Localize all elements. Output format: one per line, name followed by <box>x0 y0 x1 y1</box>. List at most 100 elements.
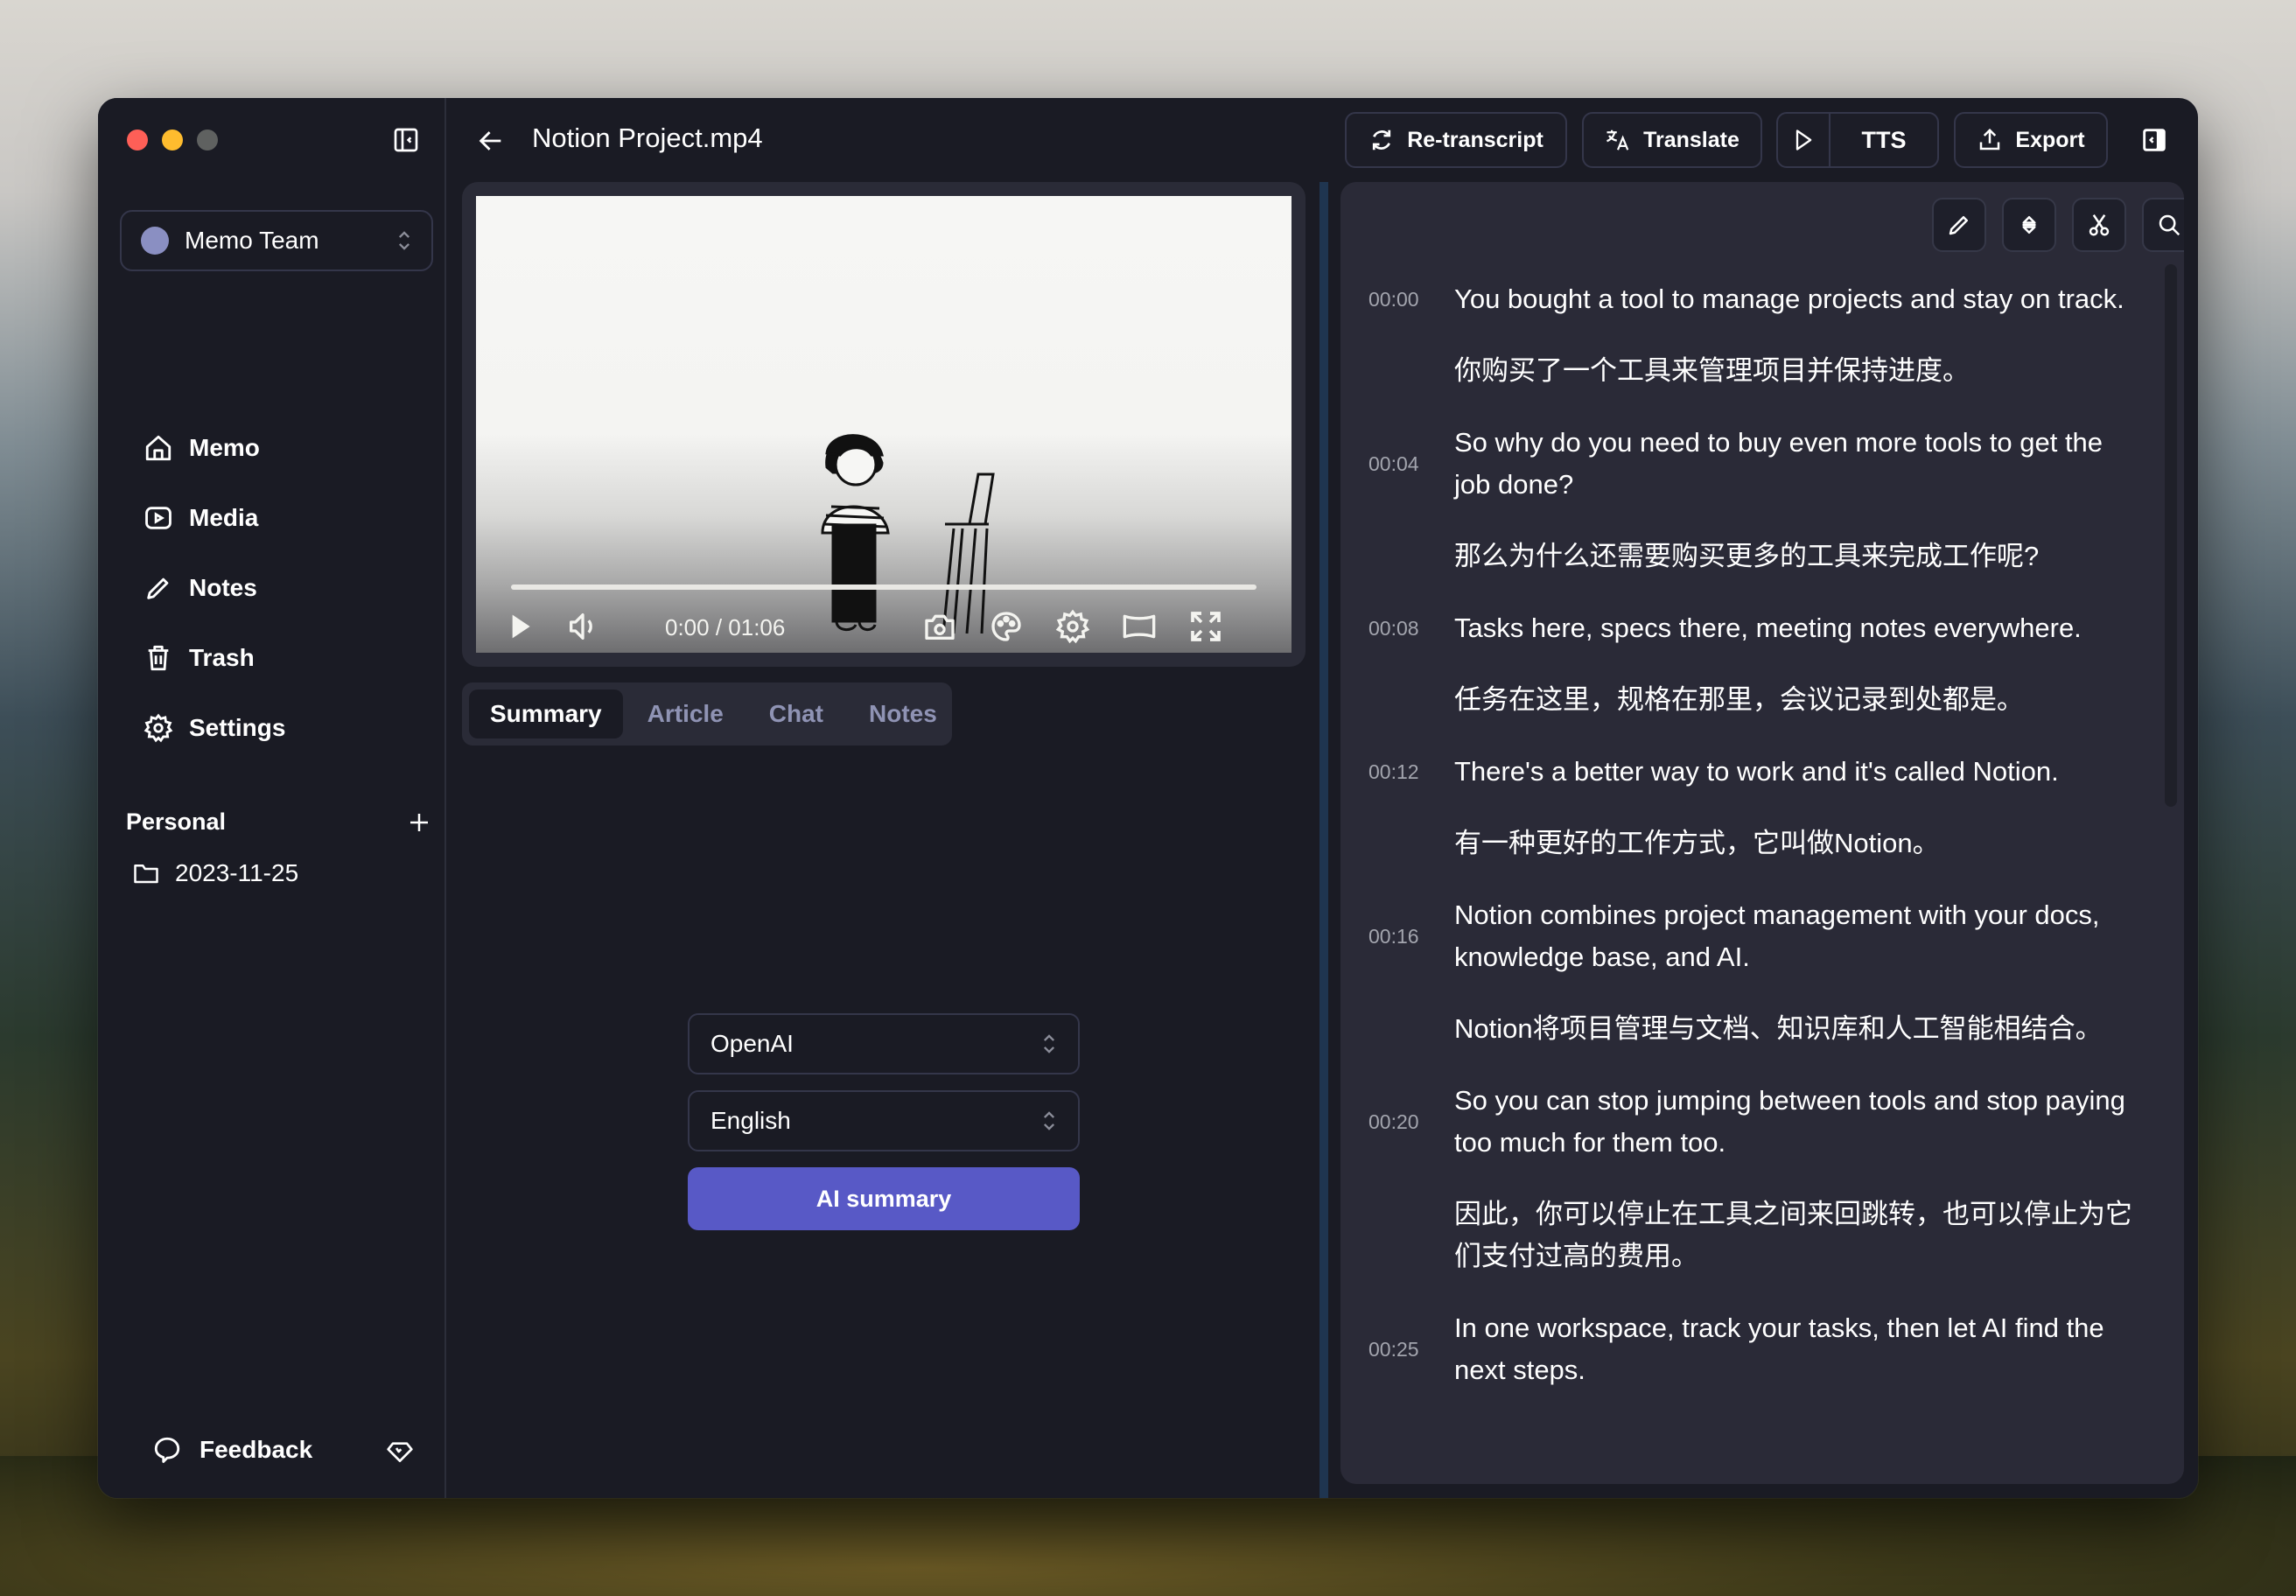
retranscript-button[interactable]: Re-transcript <box>1345 112 1567 168</box>
folder-item[interactable]: 2023-11-25 <box>133 859 298 887</box>
video-player-card: 0:00 / 01:06 <box>462 182 1306 667</box>
transcript-translation[interactable]: 有一种更好的工作方式，它叫做Notion。 <box>1340 805 2154 882</box>
transcript-text[interactable]: Tasks here, specs there, meeting notes e… <box>1454 607 2154 649</box>
tab-chat[interactable]: Chat <box>748 690 844 738</box>
sidebar-item-media[interactable]: Media <box>144 483 285 553</box>
sidebar-item-trash[interactable]: Trash <box>144 623 285 693</box>
add-folder-icon[interactable] <box>406 809 432 836</box>
refresh-icon <box>1373 130 1391 150</box>
transcript-line: 00:12 There's a better way to work and it… <box>1340 738 2154 805</box>
upload-icon <box>1980 128 2000 150</box>
edit-icon <box>1949 216 1968 235</box>
edit-transcript-button[interactable] <box>1932 198 1986 252</box>
play-square-icon <box>145 507 172 529</box>
export-button[interactable]: Export <box>1954 112 2108 168</box>
color-filter-button[interactable] <box>987 607 1026 646</box>
right-panel-toggle-button[interactable] <box>2137 122 2172 158</box>
timestamp[interactable]: 00:12 <box>1340 760 1454 784</box>
translate-button[interactable]: Translate <box>1582 112 1762 168</box>
transcript-line: 00:04 So why do you need to buy even more… <box>1340 410 2154 518</box>
tab-notes[interactable]: Notes <box>848 690 958 738</box>
transcript-text[interactable]: So why do you need to buy even more tool… <box>1454 422 2154 506</box>
close-window-button[interactable] <box>127 130 148 150</box>
ai-summary-button[interactable]: AI summary <box>688 1167 1080 1230</box>
sidebar-item-label: Media <box>189 504 259 531</box>
transcript-segment[interactable]: 00:04 So why do you need to buy even more… <box>1340 410 2154 595</box>
transcript-segment[interactable]: 00:20 So you can stop jumping between too… <box>1340 1068 2154 1295</box>
transcript-segment[interactable]: 00:08 Tasks here, specs there, meeting no… <box>1340 595 2154 738</box>
transcript-text[interactable]: In one workspace, track your tasks, then… <box>1454 1307 2154 1391</box>
transcript-text[interactable]: There's a better way to work and it's ca… <box>1454 751 2154 793</box>
panel-resize-handle[interactable] <box>1320 182 1328 1498</box>
expand-collapse-button[interactable] <box>2002 198 2056 252</box>
transcript-line: 00:25 In one workspace, track your tasks,… <box>1340 1295 2154 1404</box>
workspace-name: Memo Team <box>185 227 319 254</box>
widescreen-button[interactable] <box>1120 607 1158 646</box>
home-icon <box>145 435 172 461</box>
tab-summary[interactable]: Summary <box>469 690 623 738</box>
screenshot-button[interactable] <box>920 607 959 646</box>
zoom-window-button[interactable] <box>197 130 218 150</box>
camera-icon <box>925 614 955 640</box>
fullscreen-button[interactable] <box>1186 607 1225 646</box>
timestamp[interactable]: 00:16 <box>1340 925 1454 948</box>
window-controls <box>127 130 218 150</box>
transcript-translation[interactable]: 因此，你可以停止在工具之间来回跳转，也可以停止为它们支付过高的费用。 <box>1340 1176 2154 1295</box>
transcript-segment[interactable]: 00:12 There's a better way to work and it… <box>1340 738 2154 882</box>
sidebar-item-label: Settings <box>189 714 286 741</box>
gear-icon <box>144 713 173 743</box>
sidebar-item-notes[interactable]: Notes <box>144 553 285 623</box>
video-player[interactable]: 0:00 / 01:06 <box>476 196 1292 653</box>
timestamp[interactable]: 00:00 <box>1340 288 1454 312</box>
arrow-left-icon <box>479 131 501 150</box>
timestamp[interactable]: 00:25 <box>1340 1338 1454 1362</box>
personal-section-header: Personal <box>126 808 432 836</box>
chat-bubble-icon <box>154 1437 180 1463</box>
transcript-segment[interactable]: 00:25 In one workspace, track your tasks,… <box>1340 1295 2154 1404</box>
content-tabs: Summary Article Chat Notes <box>462 682 952 746</box>
play-icon <box>1796 130 1812 150</box>
tts-button[interactable]: TTS <box>1830 114 1937 166</box>
ai-provider-select[interactable]: OpenAI <box>688 1013 1080 1074</box>
video-play-button[interactable] <box>500 607 539 646</box>
transcript-translation[interactable]: 任务在这里，规格在那里，会议记录到处都是。 <box>1340 662 2154 738</box>
transcript-text[interactable]: So you can stop jumping between tools an… <box>1454 1080 2154 1164</box>
sidebar-item-settings[interactable]: Settings <box>144 693 285 763</box>
tab-article[interactable]: Article <box>626 690 745 738</box>
tts-control: TTS <box>1776 112 1939 168</box>
timestamp[interactable]: 00:04 <box>1340 452 1454 476</box>
transcript-text[interactable]: Notion combines project management with … <box>1454 894 2154 978</box>
back-button[interactable] <box>474 124 508 158</box>
transcript-line: 00:08 Tasks here, specs there, meeting no… <box>1340 595 2154 662</box>
video-progress-bar[interactable] <box>511 584 1256 590</box>
video-settings-button[interactable] <box>1054 607 1092 646</box>
transcript-translation[interactable]: 你购买了一个工具来管理项目并保持进度。 <box>1340 332 2154 410</box>
transcript-text[interactable]: You bought a tool to manage projects and… <box>1454 278 2154 320</box>
tts-play-button[interactable] <box>1778 114 1830 166</box>
export-label: Export <box>2015 127 2085 152</box>
timestamp[interactable]: 00:08 <box>1340 617 1454 640</box>
feedback-button[interactable]: Feedback <box>152 1435 312 1465</box>
workspace-selector[interactable]: Memo Team <box>120 210 433 271</box>
timestamp[interactable]: 00:20 <box>1340 1110 1454 1134</box>
video-time: 0:00 / 01:06 <box>665 614 786 640</box>
app-window: Memo Team Memo Media Notes Trash Setting… <box>98 98 2198 1498</box>
search-transcript-button[interactable] <box>2142 198 2184 252</box>
folder-label: 2023-11-25 <box>175 859 299 886</box>
transcript-segment[interactable]: 00:16 Notion combines project management … <box>1340 882 2154 1068</box>
summary-language-select[interactable]: English <box>688 1090 1080 1152</box>
transcript-line: 00:16 Notion combines project management … <box>1340 882 2154 990</box>
transcript-translation[interactable]: 那么为什么还需要购买更多的工具来完成工作呢? <box>1340 518 2154 595</box>
transcript-segment[interactable]: 00:00 You bought a tool to manage project… <box>1340 266 2154 410</box>
video-frame-illustration <box>821 434 995 634</box>
transcript-scrollbar[interactable] <box>2165 264 2177 807</box>
minimize-window-button[interactable] <box>162 130 183 150</box>
widescreen-icon <box>1123 614 1156 639</box>
workspace-avatar <box>141 227 169 255</box>
sidebar-item-memo[interactable]: Memo <box>144 413 285 483</box>
upgrade-button[interactable] <box>385 1437 415 1466</box>
sidebar-toggle-button[interactable] <box>390 124 422 156</box>
transcript-translation[interactable]: Notion将项目管理与文档、知识库和人工智能相结合。 <box>1340 990 2154 1068</box>
volume-button[interactable] <box>564 607 602 646</box>
cut-button[interactable] <box>2072 198 2126 252</box>
